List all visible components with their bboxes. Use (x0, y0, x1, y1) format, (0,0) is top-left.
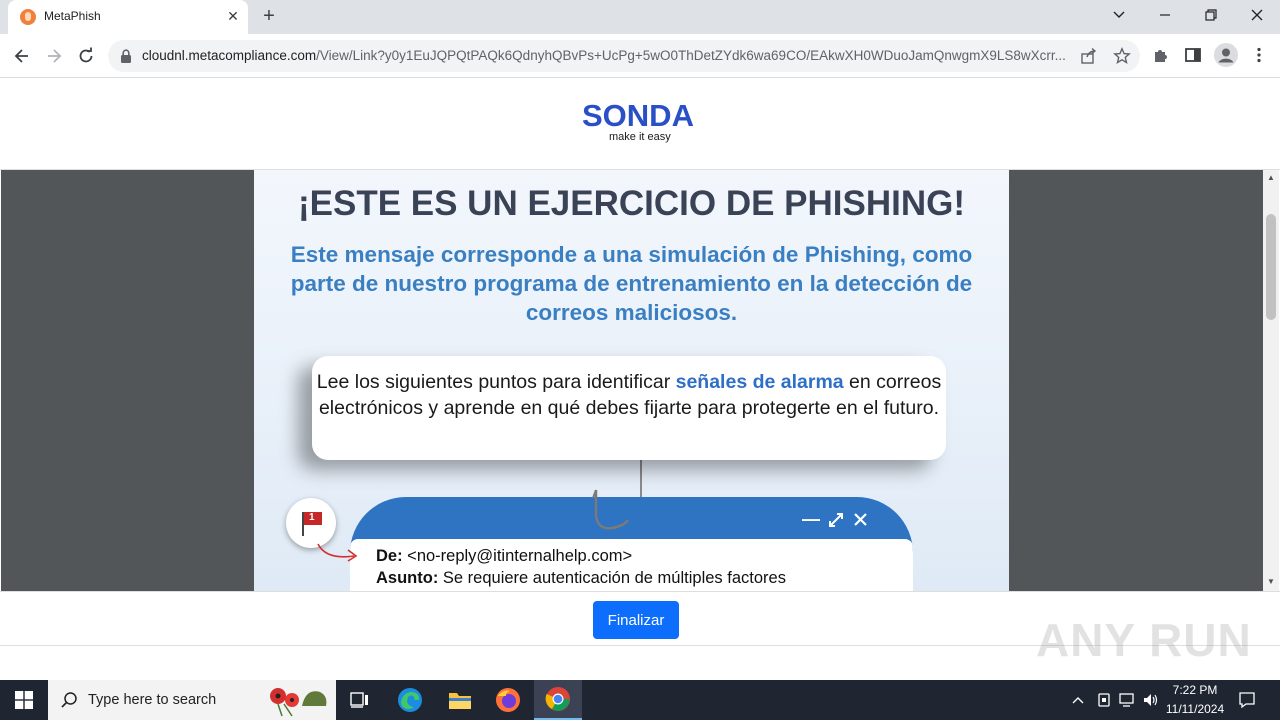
browser-toolbar: cloudnl.metacompliance.com/View/Link?y0y… (0, 34, 1280, 78)
viewer-scrollbar[interactable]: ▲ ▼ (1263, 170, 1279, 591)
notice-subtitle: Este mensaje corresponde a una simulació… (290, 242, 973, 325)
scroll-down-arrow-icon[interactable]: ▼ (1266, 577, 1276, 587)
page: SONDA make it easy ¡ESTE ES UN EJERCICIO… (0, 78, 1280, 680)
bookmark-star-icon[interactable] (1113, 47, 1131, 65)
subject-value: Se requiere autenticación de múltiples f… (438, 569, 786, 587)
chrome-icon[interactable] (534, 680, 582, 720)
finish-button[interactable]: Finalizar (593, 601, 679, 639)
sonda-logo: SONDA (582, 98, 694, 133)
share-icon[interactable] (1080, 47, 1098, 65)
new-tab-button[interactable]: + (258, 6, 280, 28)
mail-expand-icon (828, 509, 844, 533)
browser-tab[interactable]: MetaPhish ✕ (8, 0, 248, 34)
anyrun-watermark: ANY RUN (1036, 614, 1252, 666)
lock-icon[interactable] (120, 49, 132, 68)
extensions-puzzle-icon[interactable] (1152, 46, 1172, 66)
url-host: cloudnl.metacompliance.com (142, 48, 317, 63)
card-text-before: Lee los siguientes puntos para identific… (316, 371, 676, 393)
windows-taskbar: Type here to search 7:22 PM 11/11/2024 (0, 680, 1280, 720)
fish-hook-icon (592, 489, 630, 530)
tab-title: MetaPhish (44, 9, 101, 23)
url-text[interactable]: cloudnl.metacompliance.com/View/Link?y0y… (142, 48, 1082, 63)
from-label: De: (376, 547, 403, 565)
browser-menu-icon[interactable] (1250, 46, 1270, 66)
from-value: <no-reply@itinternalhelp.com> (402, 547, 633, 565)
tab-close-icon[interactable]: ✕ (224, 7, 242, 25)
mail-minimize-icon: — (802, 509, 820, 529)
subject-label: Asunto: (376, 569, 439, 587)
profile-avatar-icon[interactable] (1214, 43, 1238, 67)
logo-tagline: make it easy (609, 131, 671, 143)
scroll-up-arrow-icon[interactable]: ▲ (1266, 173, 1276, 183)
url-path: /View/Link?y0y1EuJQPQtPAQk6QdnyhQBvPs+Uc… (316, 48, 1066, 63)
close-window-icon[interactable] (1234, 0, 1280, 32)
instruction-card: Lee los siguientes puntos para identific… (312, 356, 946, 460)
clock-date[interactable]: 11/11/2024 (1164, 702, 1226, 716)
scroll-thumb[interactable] (1266, 214, 1276, 320)
fishing-line (640, 456, 642, 498)
email-body: De: <no-reply@itinternalhelp.com> Asunto… (350, 539, 913, 591)
windows-start-icon[interactable] (0, 680, 48, 720)
minimize-window-icon[interactable] (1142, 0, 1188, 32)
page-header: SONDA make it easy (0, 78, 1280, 170)
flag-number: 1 (309, 512, 315, 523)
email-subject-line: Asunto: Se requiere autenticación de múl… (376, 569, 786, 588)
mail-close-icon (853, 509, 868, 532)
clock-time[interactable]: 7:22 PM (1164, 683, 1226, 697)
reload-icon[interactable] (72, 42, 100, 70)
card-highlight: señales de alarma (675, 371, 844, 393)
edge-browser-icon[interactable] (386, 680, 434, 720)
firefox-icon[interactable] (484, 680, 532, 720)
back-arrow-icon[interactable] (8, 42, 36, 70)
metaphish-favicon-icon (20, 9, 36, 25)
notifications-icon[interactable] (1238, 691, 1256, 709)
side-panel-icon[interactable] (1184, 46, 1204, 66)
red-flag-badge: 1 (286, 498, 336, 548)
restore-window-icon[interactable] (1188, 0, 1234, 32)
document-viewer[interactable]: ¡ESTE ES UN EJERCICIO DE PHISHING! Este … (1, 170, 1263, 591)
taskbar-search-box[interactable]: Type here to search (48, 680, 336, 720)
red-flag-icon (302, 512, 322, 536)
search-icon (61, 692, 77, 708)
forward-arrow-icon[interactable] (40, 42, 68, 70)
tab-search-chevron-icon[interactable] (1096, 0, 1142, 32)
poppy-helmet-decoration-icon (270, 688, 327, 717)
email-from-line: De: <no-reply@itinternalhelp.com> (376, 547, 632, 566)
search-placeholder: Type here to search (88, 692, 217, 708)
address-bar[interactable]: cloudnl.metacompliance.com/View/Link?y0y… (108, 40, 1140, 72)
file-explorer-icon[interactable] (436, 680, 484, 720)
volume-icon[interactable] (1142, 692, 1160, 708)
red-arrow-icon (317, 543, 358, 562)
tray-chevron-up-icon[interactable] (1071, 694, 1085, 706)
notice-title: ¡ESTE ES UN EJERCICIO DE PHISHING! (297, 184, 966, 223)
phishing-notice-image: ¡ESTE ES UN EJERCICIO DE PHISHING! Este … (254, 170, 1009, 591)
device-tray-icon[interactable] (1096, 692, 1112, 708)
network-icon[interactable] (1118, 692, 1136, 708)
task-view-icon[interactable] (336, 680, 384, 720)
tab-strip: MetaPhish ✕ + (0, 0, 1280, 34)
